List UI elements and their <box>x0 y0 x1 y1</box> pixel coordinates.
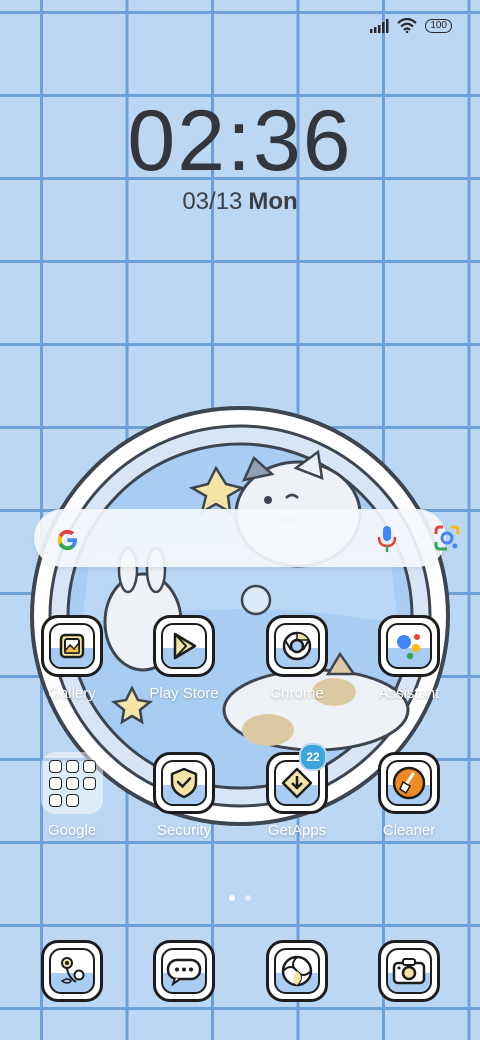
app-label: Assistant <box>378 685 440 702</box>
page-indicator[interactable] <box>0 895 480 901</box>
app-cleaner[interactable]: Cleaner <box>359 752 459 839</box>
page-dot[interactable] <box>245 895 251 901</box>
app-tile <box>378 940 440 1002</box>
app-assistant[interactable]: Assistant <box>359 615 459 702</box>
assistant-icon <box>397 634 420 660</box>
play-store-icon <box>173 632 197 660</box>
app-tile <box>378 615 440 677</box>
flower-icon <box>60 957 85 984</box>
dock-camera[interactable] <box>359 940 459 1002</box>
app-label: Google <box>47 822 97 839</box>
folder-app-mini <box>82 759 96 773</box>
wifi-icon <box>397 18 418 33</box>
app-label: GetApps <box>267 822 327 839</box>
gallery-icon <box>59 633 85 659</box>
weekday-text: Mon <box>248 188 298 215</box>
folder-app-mini <box>48 776 62 790</box>
app-chrome[interactable]: Chrome <box>247 615 347 702</box>
app-play-store[interactable]: Play Store <box>134 615 234 702</box>
app-tile <box>41 615 103 677</box>
notification-badge: 22 <box>299 743 327 771</box>
folder-google[interactable]: Google <box>22 752 122 839</box>
shield-icon <box>170 767 198 799</box>
dock-messages[interactable] <box>134 940 234 1002</box>
app-tile <box>378 752 440 814</box>
chrome-icon <box>282 631 312 661</box>
signal-bars-icon <box>370 18 389 33</box>
app-tile <box>153 752 215 814</box>
download-icon <box>281 767 313 799</box>
folder-app-mini <box>82 776 96 790</box>
app-security[interactable]: Security <box>134 752 234 839</box>
folder-app-mini <box>65 759 79 773</box>
folder-app-mini <box>65 793 79 807</box>
messages-icon <box>166 958 202 986</box>
app-label: Gallery <box>48 685 96 702</box>
app-tile <box>41 940 103 1002</box>
google-search-bar[interactable] <box>34 509 460 567</box>
date-text: 03/13 <box>182 188 243 215</box>
clock-time[interactable]: 02:36 <box>0 92 480 191</box>
mic-icon[interactable] <box>375 524 399 554</box>
folder-icon <box>41 752 103 814</box>
folder-app-mini <box>48 759 62 773</box>
dock-browser[interactable] <box>247 940 347 1002</box>
app-gallery[interactable]: Gallery <box>22 615 122 702</box>
battery-indicator: 100 <box>425 18 452 33</box>
clock-date[interactable]: 03/13 Mon <box>0 188 480 216</box>
app-getapps[interactable]: 22 GetApps <box>247 743 347 839</box>
dock-phone[interactable] <box>22 940 122 1002</box>
broom-icon <box>392 766 426 800</box>
app-label: Cleaner <box>382 822 436 839</box>
app-tile <box>153 940 215 1002</box>
app-label: Play Store <box>149 685 219 702</box>
google-g-icon[interactable] <box>52 523 82 553</box>
app-label: Security <box>156 822 212 839</box>
folder-app-mini <box>65 776 79 790</box>
folder-app-mini <box>48 793 62 807</box>
app-tile <box>153 615 215 677</box>
google-lens-icon[interactable] <box>432 523 462 553</box>
page-dot-current[interactable] <box>229 895 235 901</box>
app-tile <box>266 940 328 1002</box>
app-tile <box>266 615 328 677</box>
app-tile: 22 <box>266 743 328 814</box>
aperture-icon <box>281 955 313 987</box>
status-bar: 100 <box>369 18 452 33</box>
camera-icon <box>392 958 426 985</box>
app-label: Chrome <box>270 685 324 702</box>
